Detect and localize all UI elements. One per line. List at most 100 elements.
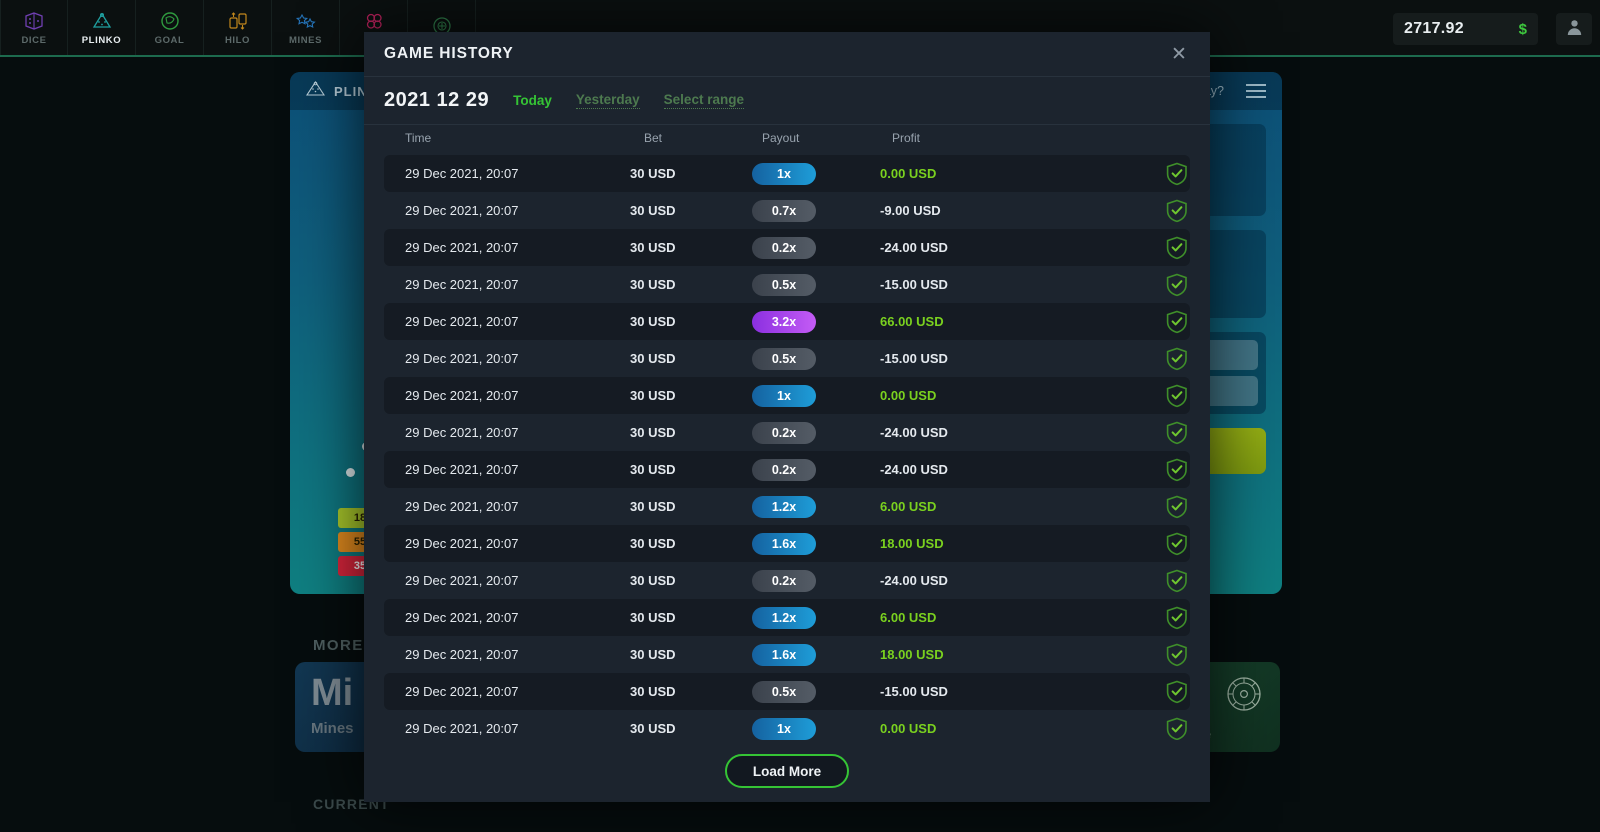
table-row[interactable]: 29 Dec 2021, 20:07 30 USD 0.5x -15.00 USD xyxy=(384,673,1190,710)
table-row[interactable]: 29 Dec 2021, 20:07 30 USD 0.2x -24.00 USD xyxy=(384,451,1190,488)
column-header-profit: Profit xyxy=(892,131,921,145)
cell-profit: 6.00 USD xyxy=(880,499,937,514)
payout-badge: 0.5x xyxy=(752,273,816,296)
shield-check-icon xyxy=(1166,347,1188,371)
cell-profit: -24.00 USD xyxy=(880,462,948,477)
filter-yesterday[interactable]: Yesterday xyxy=(575,92,640,109)
table-row[interactable]: 29 Dec 2021, 20:07 30 USD 0.2x -24.00 USD xyxy=(384,414,1190,451)
selected-date: 2021 12 29 xyxy=(384,89,490,111)
cell-bet: 30 USD xyxy=(630,462,676,477)
nav-item-plinko[interactable]: PLINKO xyxy=(68,0,136,55)
payout-badge: 1.2x xyxy=(752,606,816,629)
roulette-wheel-icon xyxy=(1226,676,1262,717)
cell-time: 29 Dec 2021, 20:07 xyxy=(405,166,519,181)
cell-profit: 18.00 USD xyxy=(880,647,944,662)
app-root: PLINKO How to play? 18 55 35 xyxy=(0,0,1600,832)
payout-badge: 0.7x xyxy=(752,199,816,222)
cell-bet: 30 USD xyxy=(630,277,676,292)
modal-footer: Load More xyxy=(364,740,1210,802)
column-header-bet: Bet xyxy=(644,131,663,145)
close-icon[interactable]: ✕ xyxy=(1168,43,1190,65)
currency-symbol: $ xyxy=(1518,20,1527,38)
cell-profit: 6.00 USD xyxy=(880,610,937,625)
cell-profit: -24.00 USD xyxy=(880,240,948,255)
shield-check-icon xyxy=(1166,643,1188,667)
cell-profit: 66.00 USD xyxy=(880,314,944,329)
cell-time: 29 Dec 2021, 20:07 xyxy=(405,499,519,514)
shield-check-icon xyxy=(1166,162,1188,186)
column-header-time: Time xyxy=(405,131,432,145)
nav-item-goal[interactable]: GOAL xyxy=(136,0,204,55)
nav-item-dice[interactable]: DICE xyxy=(0,0,68,55)
payout-badge: 0.2x xyxy=(752,236,816,259)
payout-badge: 1.6x xyxy=(752,643,816,666)
shield-check-icon xyxy=(1166,421,1188,445)
payout-badge: 0.5x xyxy=(752,347,816,370)
table-row[interactable]: 29 Dec 2021, 20:07 30 USD 1.2x 6.00 USD xyxy=(384,599,1190,636)
cell-time: 29 Dec 2021, 20:07 xyxy=(405,203,519,218)
shield-check-icon xyxy=(1166,495,1188,519)
cell-time: 29 Dec 2021, 20:07 xyxy=(405,573,519,588)
payout-badge: 0.5x xyxy=(752,680,816,703)
hilo-icon xyxy=(227,10,249,32)
table-row[interactable]: 29 Dec 2021, 20:07 30 USD 1x 0.00 USD xyxy=(384,155,1190,192)
shield-check-icon xyxy=(1166,458,1188,482)
load-more-button[interactable]: Load More xyxy=(724,754,850,788)
keno-icon xyxy=(363,10,385,32)
filter-today[interactable]: Today xyxy=(513,93,552,109)
nav-item-mines[interactable]: MINES xyxy=(272,0,340,55)
table-row[interactable]: 29 Dec 2021, 20:07 30 USD 3.2x 66.00 USD xyxy=(384,303,1190,340)
dice-icon xyxy=(23,10,45,32)
cell-profit: -24.00 USD xyxy=(880,425,948,440)
user-avatar-button[interactable] xyxy=(1556,13,1592,45)
cell-bet: 30 USD xyxy=(630,388,676,403)
cell-profit: 0.00 USD xyxy=(880,166,937,181)
table-header: Time Bet Payout Profit xyxy=(364,125,1210,155)
table-row[interactable]: 29 Dec 2021, 20:07 30 USD 1x 0.00 USD xyxy=(384,377,1190,414)
plinko-icon xyxy=(305,80,326,101)
modal-header: GAME HISTORY ✕ xyxy=(364,32,1210,77)
shield-check-icon xyxy=(1166,310,1188,334)
table-row[interactable]: 29 Dec 2021, 20:07 30 USD 0.2x -24.00 USD xyxy=(384,562,1190,599)
cell-profit: 0.00 USD xyxy=(880,388,937,403)
cell-bet: 30 USD xyxy=(630,647,676,662)
shield-check-icon xyxy=(1166,606,1188,630)
hamburger-menu-icon[interactable] xyxy=(1246,84,1266,98)
cell-bet: 30 USD xyxy=(630,240,676,255)
nav-label: MINES xyxy=(288,34,323,46)
table-row[interactable]: 29 Dec 2021, 20:07 30 USD 1x 0.00 USD xyxy=(384,710,1190,740)
shield-check-icon xyxy=(1166,717,1188,741)
shield-check-icon xyxy=(1166,384,1188,408)
cell-bet: 30 USD xyxy=(630,573,676,588)
date-filter-bar: 2021 12 29 Today Yesterday Select range xyxy=(364,77,1210,125)
table-row[interactable]: 29 Dec 2021, 20:07 30 USD 1.6x 18.00 USD xyxy=(384,636,1190,673)
cell-bet: 30 USD xyxy=(630,203,676,218)
table-row[interactable]: 29 Dec 2021, 20:07 30 USD 0.5x -15.00 USD xyxy=(384,266,1190,303)
balance-display[interactable]: 2717.92 $ xyxy=(1393,13,1538,45)
table-row[interactable]: 29 Dec 2021, 20:07 30 USD 0.7x -9.00 USD xyxy=(384,192,1190,229)
nav-item-hilo[interactable]: HILO xyxy=(204,0,272,55)
table-row[interactable]: 29 Dec 2021, 20:07 30 USD 1.6x 18.00 USD xyxy=(384,525,1190,562)
cell-time: 29 Dec 2021, 20:07 xyxy=(405,684,519,699)
cell-profit: -15.00 USD xyxy=(880,277,948,292)
cell-bet: 30 USD xyxy=(630,684,676,699)
cell-profit: 18.00 USD xyxy=(880,536,944,551)
column-header-payout: Payout xyxy=(762,131,800,145)
mines-icon xyxy=(295,10,317,32)
cell-time: 29 Dec 2021, 20:07 xyxy=(405,388,519,403)
payout-badge: 3.2x xyxy=(752,310,816,333)
payout-badge: 1.2x xyxy=(752,495,816,518)
nav-label: HILO xyxy=(224,34,251,46)
cell-time: 29 Dec 2021, 20:07 xyxy=(405,721,519,736)
shield-check-icon xyxy=(1166,532,1188,556)
table-row[interactable]: 29 Dec 2021, 20:07 30 USD 1.2x 6.00 USD xyxy=(384,488,1190,525)
table-row[interactable]: 29 Dec 2021, 20:07 30 USD 0.2x -24.00 USD xyxy=(384,229,1190,266)
shield-check-icon xyxy=(1166,569,1188,593)
table-row[interactable]: 29 Dec 2021, 20:07 30 USD 0.5x -15.00 USD xyxy=(384,340,1190,377)
payout-badge: 1x xyxy=(752,384,816,407)
game-history-modal: GAME HISTORY ✕ 2021 12 29 Today Yesterda… xyxy=(364,32,1210,802)
cell-profit: -24.00 USD xyxy=(880,573,948,588)
cell-bet: 30 USD xyxy=(630,499,676,514)
cell-profit: -15.00 USD xyxy=(880,684,948,699)
filter-select-range[interactable]: Select range xyxy=(663,92,744,109)
